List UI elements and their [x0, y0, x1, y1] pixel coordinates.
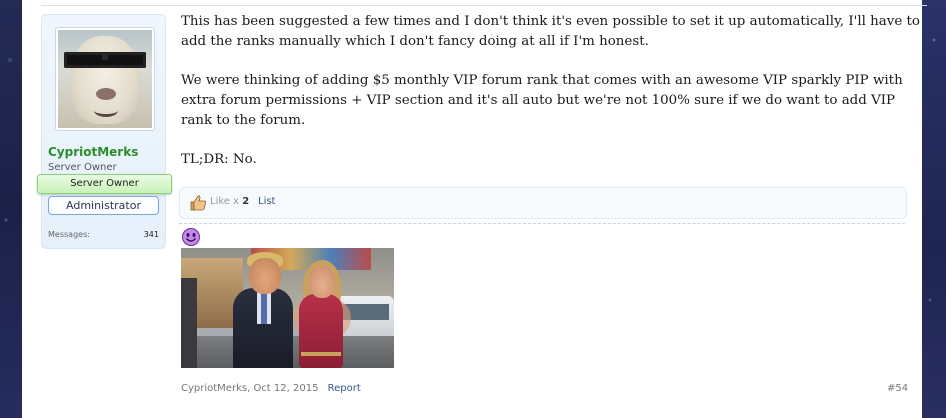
message-paragraph: TL;DR: No. [181, 152, 257, 167]
user-title: Server Owner [48, 162, 117, 173]
divider [41, 5, 927, 6]
post-number-link[interactable]: #54 [887, 383, 908, 394]
background-right [922, 0, 946, 418]
avatar-image [58, 30, 152, 128]
avatar[interactable] [55, 27, 155, 131]
message-body: This has been suggested a few times and … [181, 12, 921, 189]
signature-image [181, 248, 394, 368]
like-count-text: Like x 2 [210, 196, 249, 207]
messages-count: 341 [143, 230, 159, 239]
likes-list-link[interactable]: List [258, 196, 275, 207]
thumbs-up-icon [190, 195, 206, 211]
post-meta: CypriotMerks, Oct 12, 2015 Report [181, 383, 361, 394]
post-container: CypriotMerks Server Owner Server Owner A… [22, 0, 927, 418]
signature-divider [179, 223, 905, 224]
user-panel: CypriotMerks Server Owner Server Owner A… [37, 14, 172, 249]
likes-summary: Like x 2 List [179, 187, 907, 219]
purple-smiley-icon [182, 228, 200, 246]
username-link[interactable]: CypriotMerks [48, 145, 138, 159]
messages-label: Messages: [48, 230, 90, 239]
post-date[interactable]: Oct 12, 2015 [253, 383, 318, 394]
message-paragraph: We were thinking of adding $5 monthly VI… [181, 73, 903, 128]
post-author-link[interactable]: CypriotMerks [181, 383, 247, 394]
background-left [0, 0, 22, 418]
server-owner-banner: Server Owner [37, 174, 172, 194]
administrator-banner: Administrator [48, 196, 159, 215]
like-label: Like x [210, 196, 240, 207]
report-link[interactable]: Report [328, 383, 361, 394]
message-paragraph: This has been suggested a few times and … [181, 14, 920, 49]
like-count: 2 [242, 196, 250, 207]
